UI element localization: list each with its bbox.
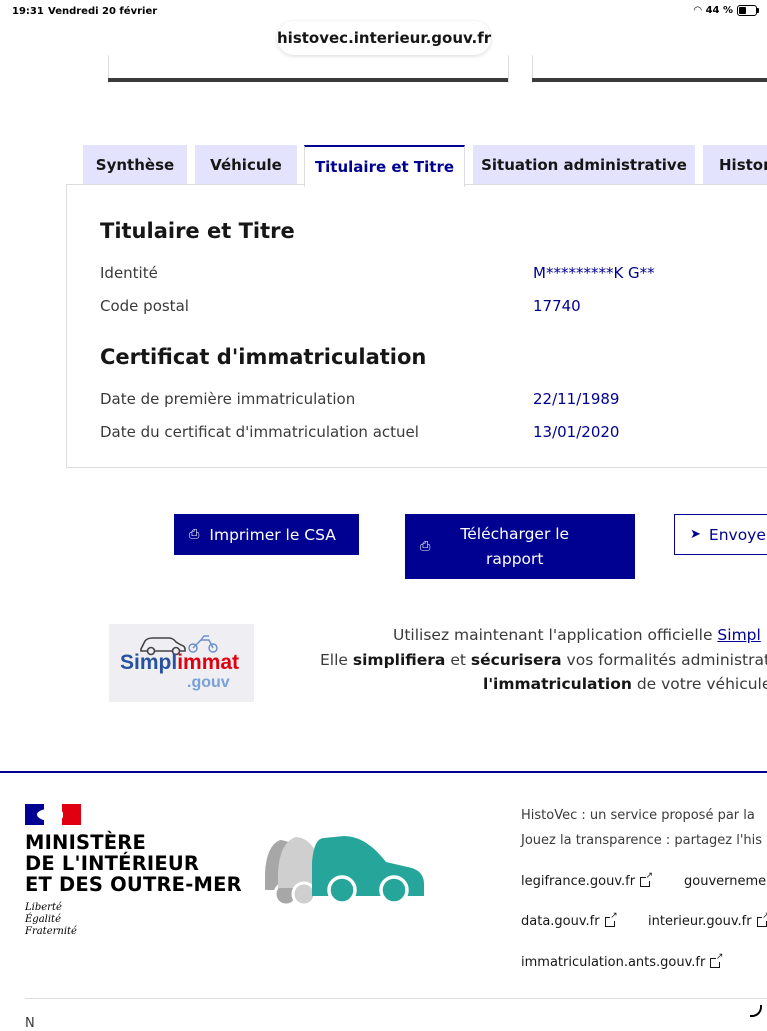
card-border-mid: [508, 55, 509, 83]
printer-icon: ⎙: [420, 539, 431, 554]
first-registration-label: Date de première immatriculation: [100, 390, 356, 408]
footer-description-2: Jouez la transparence : partagez l'his: [521, 833, 763, 848]
marianne-flag-icon: [25, 804, 81, 825]
status-indicators: ◠ 44 %: [693, 5, 759, 16]
first-registration-value: 22/11/1989: [533, 390, 620, 408]
external-link-icon: [710, 951, 724, 968]
send-arrow-icon: ➤: [690, 527, 701, 542]
external-link-icon: [640, 870, 654, 887]
promo-line-2: Elle simplifiera et sécurisera vos forma…: [320, 651, 767, 669]
download-report-button[interactable]: ⎙ Télécharger le rapport: [405, 514, 635, 579]
logo-text-immat: immat: [177, 651, 240, 674]
tab-vehicule[interactable]: Véhicule: [195, 145, 297, 185]
wifi-icon: ◠: [693, 5, 702, 16]
footer-link-gouvernement[interactable]: gouverneme: [684, 874, 766, 889]
promo-line-1: Utilisez maintenant l'application offici…: [393, 626, 761, 644]
ministry-name: MINISTÈRE DE L'INTÉRIEUR ET DES OUTRE-ME…: [25, 831, 242, 896]
identity-value: M*********K G**: [533, 264, 655, 282]
histovec-car-logo: [265, 836, 424, 907]
postal-code-label: Code postal: [100, 297, 189, 315]
battery-percent: 44 %: [705, 5, 733, 16]
loading-spinner-icon: [750, 1005, 762, 1017]
footer-description-1: HistoVec : un service proposé par la: [521, 808, 755, 823]
status-date: Vendredi 20 février: [48, 6, 158, 17]
postal-code-value: 17740: [533, 297, 581, 315]
print-csa-button[interactable]: ⎙ Imprimer le CSA: [174, 514, 359, 555]
footer-bottom-divider: [25, 998, 767, 999]
footer-link-ants[interactable]: immatriculation.ants.gouv.fr: [521, 951, 724, 970]
download-label-line2: rapport: [486, 549, 544, 568]
send-label: Envoye: [708, 525, 766, 544]
footer-link-interieur[interactable]: interieur.gouv.fr: [648, 910, 767, 929]
republic-motto: Liberté Égalité Fraternité: [25, 902, 77, 937]
tab-historique[interactable]: Histor: [703, 145, 767, 185]
url-bar[interactable]: histovec.interieur.gouv.fr: [277, 21, 491, 55]
simplimmat-logo[interactable]: Simplimmat .gouv: [109, 624, 254, 702]
logo-text-gouv: .gouv: [187, 674, 230, 691]
download-label-line1: Télécharger le: [460, 524, 570, 543]
current-certificate-label: Date du certificat d'immatriculation act…: [100, 423, 419, 441]
footer-top-border: [0, 771, 767, 773]
battery-icon: [737, 5, 759, 16]
footer-link-data-gouv[interactable]: data.gouv.fr: [521, 910, 618, 929]
tab-synthese[interactable]: Synthèse: [83, 145, 187, 185]
tab-titulaire-titre[interactable]: Titulaire et Titre: [304, 145, 465, 187]
section-title-certificat: Certificat d'immatriculation: [100, 345, 427, 369]
simplimmat-link[interactable]: Simpl: [717, 626, 760, 644]
printer-icon: ⎙: [189, 527, 200, 542]
external-link-icon: [756, 910, 767, 927]
promo-line-3: l'immatriculation de votre véhicule.: [483, 675, 767, 693]
identity-label: Identité: [100, 264, 158, 282]
external-link-icon: [604, 910, 618, 927]
card-bottom-left: [108, 78, 509, 82]
card-bottom-right: [532, 78, 767, 82]
section-title-titulaire: Titulaire et Titre: [100, 219, 295, 243]
status-time: 19:31: [12, 6, 44, 17]
send-button[interactable]: ➤ Envoye: [674, 514, 767, 555]
current-certificate-value: 13/01/2020: [533, 423, 620, 441]
print-csa-label: Imprimer le CSA: [209, 525, 336, 544]
tab-situation-administrative[interactable]: Situation administrative: [473, 145, 695, 185]
footer-link-legifrance[interactable]: legifrance.gouv.fr: [521, 870, 654, 889]
logo-text-simpl: Simpl: [120, 651, 178, 674]
